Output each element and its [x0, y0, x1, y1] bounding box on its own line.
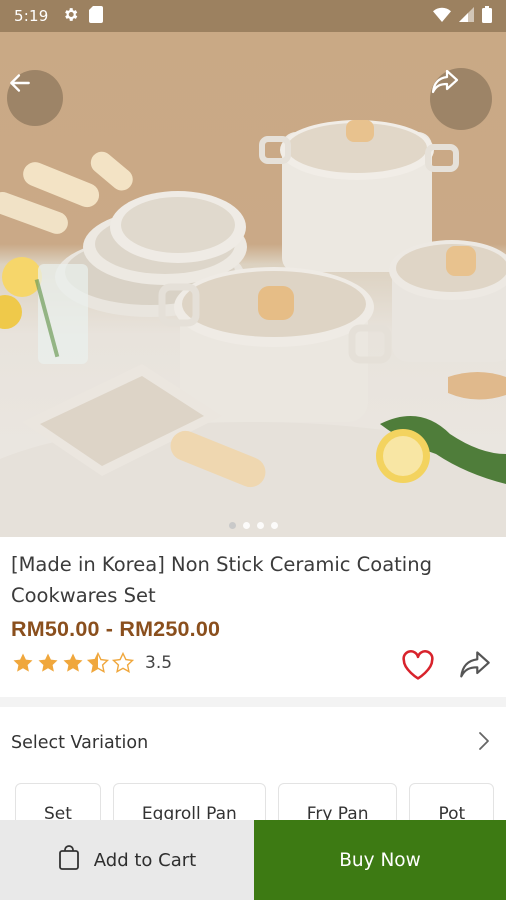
carousel-dot	[270, 522, 278, 529]
back-button[interactable]	[7, 70, 63, 126]
gear-icon	[62, 6, 79, 27]
status-bar: 5:19	[0, 0, 506, 32]
shopping-bag-icon	[58, 844, 80, 876]
product-image-carousel[interactable]	[0, 32, 506, 537]
star-full-icon	[38, 653, 58, 672]
add-to-cart-label: Add to Cart	[93, 849, 197, 871]
product-price: RM50.00 - RM250.00	[11, 617, 221, 641]
share-button-top[interactable]	[430, 68, 492, 130]
rating-stars	[11, 651, 135, 675]
select-variation-row[interactable]: Select Variation	[0, 707, 506, 779]
sd-card-icon	[89, 5, 104, 27]
signal-icon	[459, 6, 474, 26]
status-time: 5:19	[14, 7, 49, 25]
battery-icon	[482, 5, 492, 27]
product-info: [Made in Korea] Non Stick Ceramic Coatin…	[0, 537, 506, 697]
share-arrow-icon	[457, 649, 493, 685]
carousel-dot	[242, 522, 250, 529]
heart-icon	[401, 649, 435, 685]
star-half-icon	[86, 651, 110, 673]
buy-now-label: Buy Now	[339, 849, 421, 871]
share-button[interactable]	[454, 647, 496, 687]
rating-value: 3.5	[145, 653, 173, 673]
chevron-right-icon	[477, 730, 491, 756]
select-variation-label: Select Variation	[11, 733, 149, 753]
carousel-indicator	[0, 522, 506, 529]
carousel-dot	[228, 522, 236, 529]
bottom-action-bar: Add to Cart Buy Now	[0, 820, 506, 900]
product-title: [Made in Korea] Non Stick Ceramic Coatin…	[11, 553, 432, 607]
star-empty-icon	[111, 651, 135, 673]
star-full-icon	[13, 653, 33, 672]
carousel-dot	[256, 522, 264, 529]
section-divider	[0, 697, 506, 707]
favorite-button[interactable]	[398, 647, 438, 687]
wifi-icon	[433, 7, 451, 26]
buy-now-button[interactable]: Buy Now	[254, 820, 506, 900]
product-photo	[0, 120, 506, 537]
star-full-icon	[63, 653, 83, 672]
add-to-cart-button[interactable]: Add to Cart	[0, 820, 254, 900]
